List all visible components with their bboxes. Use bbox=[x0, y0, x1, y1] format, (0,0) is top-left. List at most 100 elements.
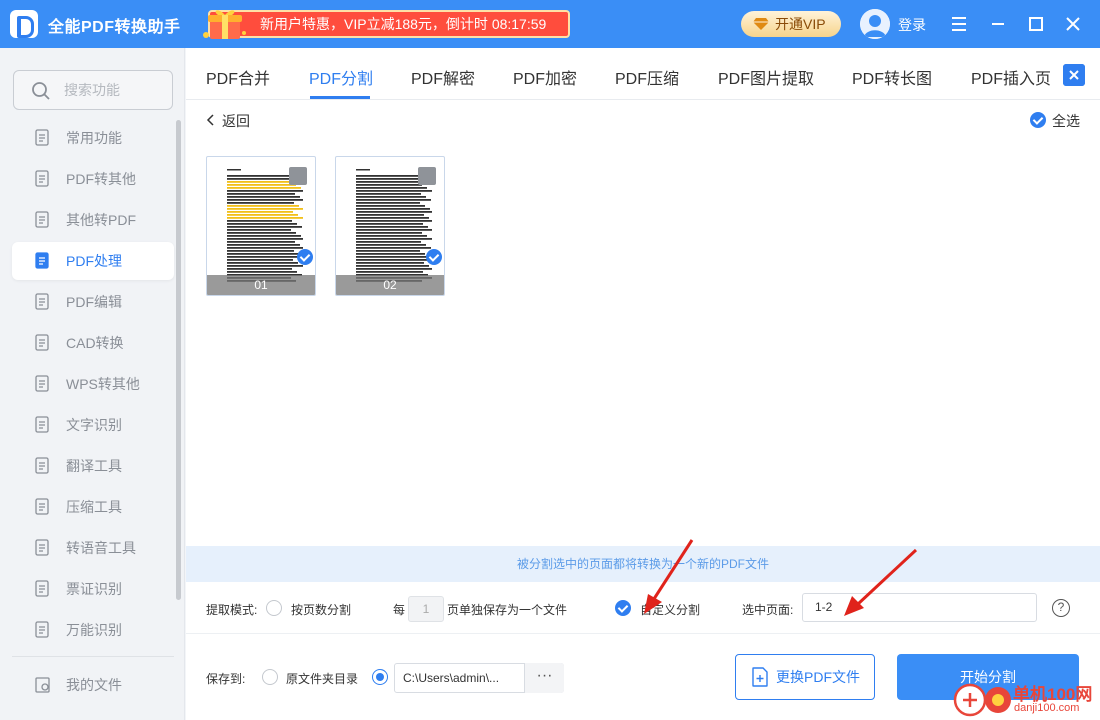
sidebar-item-label: 压缩工具 bbox=[66, 499, 122, 515]
sidebar-item-8[interactable]: 文字识别 bbox=[12, 406, 174, 444]
promo-banner[interactable]: 新用户特惠，VIP立减188元，倒计时 08:17:59 bbox=[208, 10, 570, 38]
mode-label: 提取模式: bbox=[206, 603, 258, 617]
tab-7[interactable]: PDF转长图 bbox=[852, 65, 932, 89]
sidebar-item-label: PDF处理 bbox=[66, 253, 122, 269]
sidebar-item-label: 我的文件 bbox=[66, 677, 122, 693]
diamond-icon bbox=[753, 18, 769, 30]
sidebar-item-label: 翻译工具 bbox=[66, 458, 122, 474]
vip-button[interactable]: 开通VIP bbox=[741, 11, 841, 37]
sidebar-item-11[interactable]: 转语音工具 bbox=[12, 529, 174, 567]
select-all-label: 全选 bbox=[1052, 113, 1080, 129]
sidebar-item-label: PDF编辑 bbox=[66, 294, 122, 310]
back-label: 返回 bbox=[222, 113, 250, 129]
tab-5[interactable]: PDF压缩 bbox=[615, 65, 679, 89]
star-doc-icon bbox=[35, 129, 49, 146]
sidebar-item-label: WPS转其他 bbox=[66, 376, 140, 392]
help-icon[interactable]: ? bbox=[1052, 599, 1070, 617]
annotation-arrow-right bbox=[844, 548, 918, 616]
minimize-icon[interactable] bbox=[986, 12, 1010, 36]
sidebar-item-label: PDF转其他 bbox=[66, 171, 136, 187]
sidebar-item-9[interactable]: 翻译工具 bbox=[12, 447, 174, 485]
pdf-process-icon bbox=[35, 252, 49, 269]
tab-3[interactable]: PDF解密 bbox=[411, 65, 475, 89]
sidebar-item-7[interactable]: WPS转其他 bbox=[12, 365, 174, 403]
sidebar-item-13[interactable]: 万能识别 bbox=[12, 611, 174, 649]
watermark-url: danji100.com bbox=[1014, 702, 1080, 714]
wps-icon bbox=[35, 375, 49, 392]
tab-8[interactable]: PDF插入页 bbox=[971, 65, 1051, 89]
page-number-label: 01 bbox=[207, 275, 315, 295]
sidebar-item-label: 文字识别 bbox=[66, 417, 122, 433]
pdf-export-icon bbox=[35, 170, 49, 187]
vip-label: 开通VIP bbox=[775, 16, 826, 32]
select-all-checkbox[interactable]: 全选 bbox=[1030, 111, 1080, 131]
sidebar-scrollbar[interactable] bbox=[176, 120, 181, 600]
rotate-icon[interactable] bbox=[418, 167, 436, 185]
sidebar-item-label: 票证识别 bbox=[66, 581, 122, 597]
ocr-icon bbox=[35, 416, 49, 433]
page-thumbnail[interactable]: 01 bbox=[206, 156, 316, 296]
original-folder-label[interactable]: 原文件夹目录 bbox=[286, 670, 358, 687]
sidebar-item-label: 其他转PDF bbox=[66, 212, 136, 228]
by-page-radio[interactable] bbox=[266, 600, 282, 616]
gift-icon bbox=[203, 10, 246, 39]
sidebar-item-label: CAD转换 bbox=[66, 335, 124, 351]
title-bar: 全能PDF转换助手 新用户特惠，VIP立减188元，倒计时 08:17:59 开… bbox=[0, 0, 1100, 48]
tab-2[interactable]: PDF分割 bbox=[309, 65, 373, 89]
by-page-label[interactable]: 按页数分割 bbox=[291, 601, 351, 618]
selected-pages-label: 选中页面: bbox=[742, 603, 794, 617]
browse-button[interactable]: ··· bbox=[524, 663, 564, 693]
page-thumbnail-area bbox=[186, 100, 1100, 546]
change-pdf-button[interactable]: 更换PDF文件 bbox=[735, 654, 875, 700]
sidebar-item-label: 常用功能 bbox=[66, 130, 122, 146]
custom-path-radio[interactable] bbox=[372, 669, 388, 685]
custom-split-checkbox[interactable] bbox=[615, 600, 631, 616]
page-number-label: 02 bbox=[336, 275, 444, 295]
ticket-icon bbox=[35, 580, 49, 597]
tab-bar: PDF合并 PDF分割 PDF解密 PDF加密 PDF压缩 PDF图片提取 PDF转长图 PD… bbox=[186, 48, 1100, 100]
page-check-icon[interactable] bbox=[297, 249, 313, 265]
tab-1[interactable]: PDF合并 bbox=[206, 65, 270, 89]
sidebar-item-label: 万能识别 bbox=[66, 622, 122, 638]
pdf-edit-icon bbox=[35, 293, 49, 310]
maximize-icon[interactable] bbox=[1024, 12, 1048, 36]
check-circle-icon bbox=[1030, 112, 1046, 128]
annotation-arrow-left bbox=[644, 539, 694, 614]
app-title: 全能PDF转换助手 bbox=[48, 19, 181, 36]
sidebar-item-2[interactable]: PDF转其他 bbox=[12, 160, 174, 198]
per-page-label: 页单独保存为一个文件 bbox=[447, 603, 568, 617]
sidebar-item-6[interactable]: CAD转换 bbox=[12, 324, 174, 362]
add-file-icon bbox=[752, 667, 768, 687]
sidebar-item-label: 转语音工具 bbox=[66, 540, 136, 556]
page-check-icon[interactable] bbox=[426, 249, 442, 265]
back-button[interactable]: 返回 bbox=[206, 111, 250, 131]
page-thumbnail[interactable]: 02 bbox=[335, 156, 445, 296]
sidebar-item-10[interactable]: 压缩工具 bbox=[12, 488, 174, 526]
folder-icon bbox=[35, 677, 50, 693]
every-label: 每 bbox=[393, 603, 406, 617]
menu-icon[interactable] bbox=[947, 12, 971, 36]
sidebar-item-5[interactable]: PDF编辑 bbox=[12, 283, 174, 321]
pdf-import-icon bbox=[35, 211, 49, 228]
sidebar-item-my-files[interactable]: 我的文件 bbox=[12, 666, 174, 704]
close-icon[interactable] bbox=[1061, 12, 1085, 36]
tab-6[interactable]: PDF图片提取 bbox=[718, 65, 814, 89]
sidebar-item-12[interactable]: 票证识别 bbox=[12, 570, 174, 608]
save-to-label: 保存到: bbox=[206, 672, 246, 686]
pages-per-file-input[interactable]: 1 bbox=[408, 596, 444, 622]
close-panel-icon[interactable] bbox=[1063, 64, 1085, 86]
sidebar: 搜索功能 常用功能 PDF转其他 其他转PDF PDF处理 PDF编辑 CAD转换 WPS转… bbox=[0, 48, 185, 720]
original-folder-radio[interactable] bbox=[262, 669, 278, 685]
camera-icon bbox=[35, 621, 49, 638]
avatar[interactable] bbox=[860, 9, 890, 39]
tab-active-indicator bbox=[310, 96, 370, 99]
sidebar-item-3[interactable]: 其他转PDF bbox=[12, 201, 174, 239]
login-link[interactable]: 登录 bbox=[898, 15, 926, 35]
rotate-icon[interactable] bbox=[289, 167, 307, 185]
sidebar-item-1[interactable]: 常用功能 bbox=[12, 119, 174, 157]
sidebar-item-4[interactable]: PDF处理 bbox=[12, 242, 174, 280]
search-icon bbox=[32, 82, 50, 100]
cad-icon bbox=[35, 334, 49, 351]
tab-4[interactable]: PDF加密 bbox=[513, 65, 577, 89]
change-pdf-label: 更换PDF文件 bbox=[776, 669, 860, 685]
